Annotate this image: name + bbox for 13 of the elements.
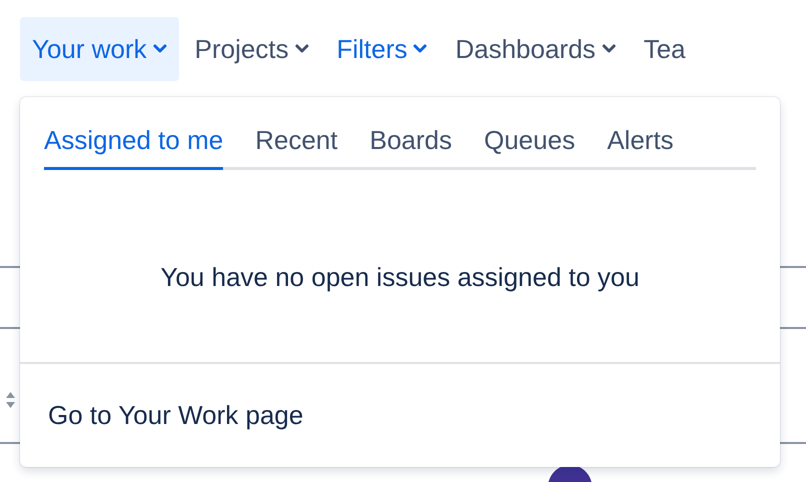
nav-menu-button[interactable]: Projects — [182, 17, 321, 81]
sort-icon[interactable] — [5, 391, 16, 409]
nav-menu-button[interactable]: Tea — [632, 17, 686, 81]
nav-menu-button[interactable]: Your work — [20, 17, 179, 81]
tab[interactable]: Boards — [370, 113, 452, 170]
tab[interactable]: Recent — [255, 113, 338, 170]
your-work-link[interactable]: Go to Your Work page — [48, 400, 304, 430]
tab[interactable]: Assigned to me — [44, 113, 224, 170]
tab[interactable]: Queues — [484, 113, 576, 170]
empty-state-message: You have no open issues assigned to you — [160, 262, 640, 292]
nav-menu-button[interactable]: Filters — [324, 17, 440, 81]
tab[interactable]: Alerts — [607, 113, 674, 170]
nav-menu-button[interactable]: Dashboards — [443, 17, 628, 81]
